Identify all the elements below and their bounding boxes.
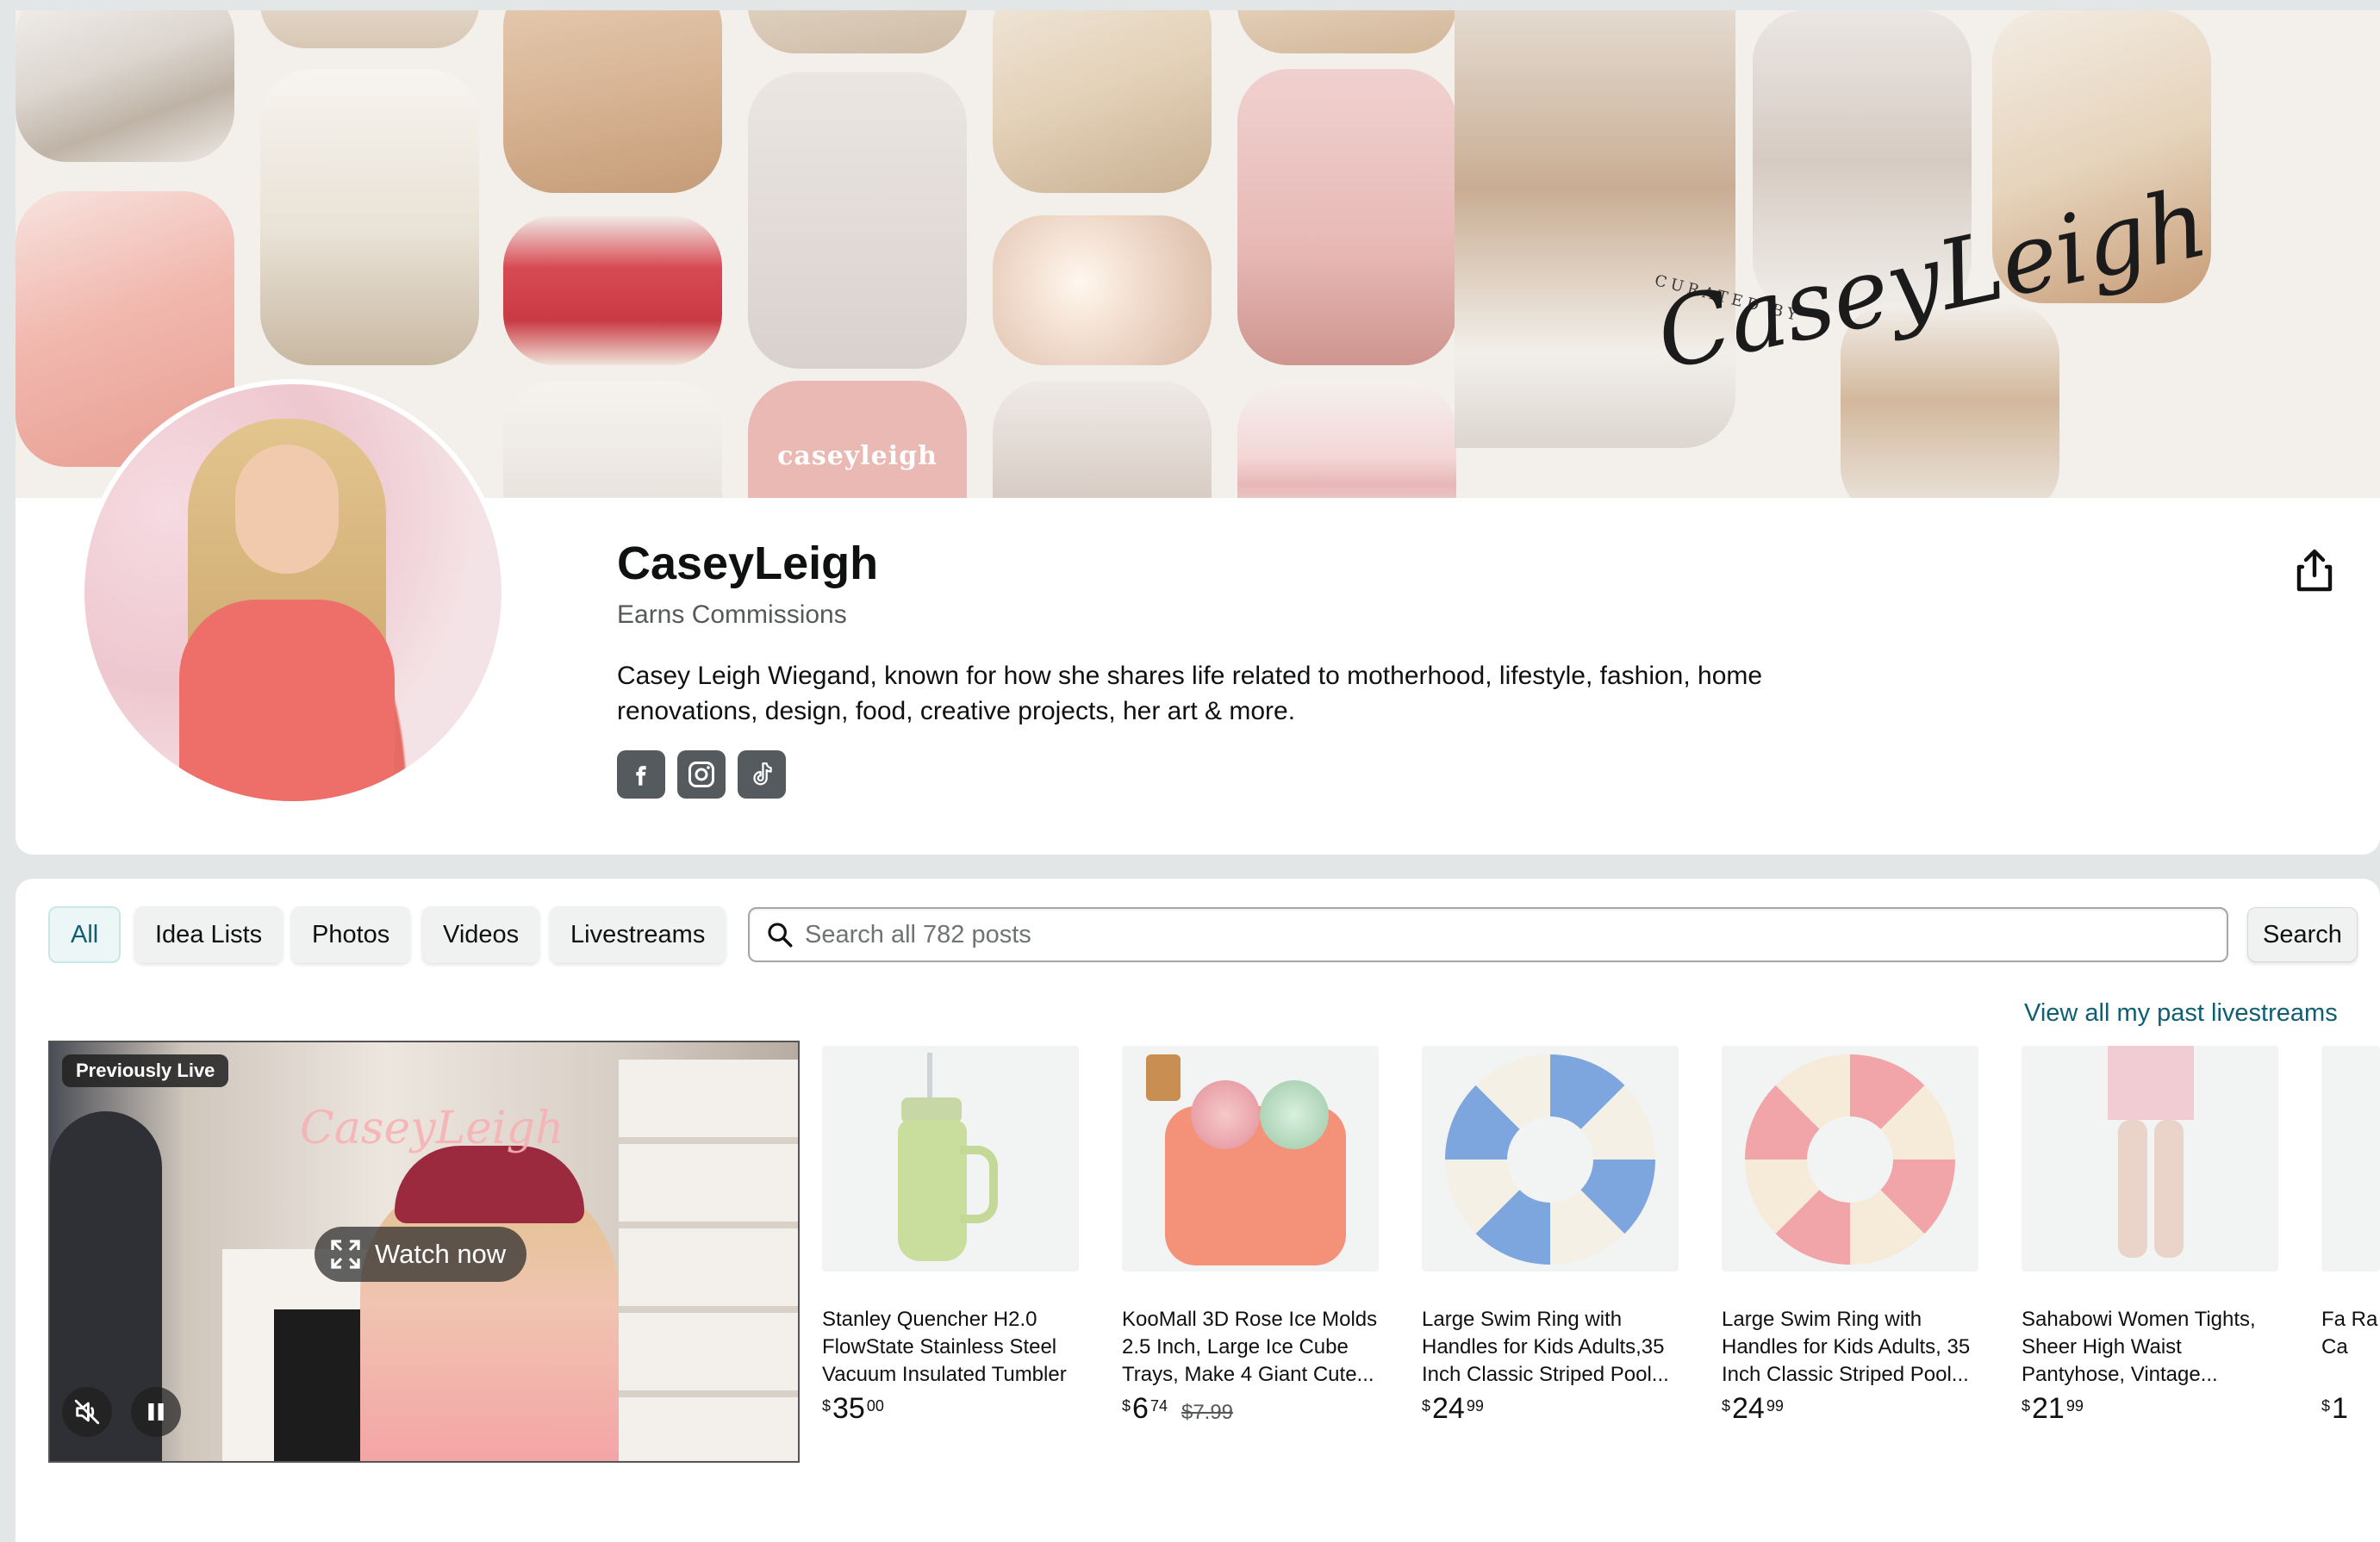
banner-logo-tile: caseyleigh (748, 381, 967, 498)
banner-photo-fur (1237, 10, 1456, 53)
product-card[interactable]: KooMall 3D Rose Ice Molds 2.5 Inch, Larg… (1122, 1046, 1379, 1425)
product-price: $ 6 74 $7.99 (1122, 1392, 1234, 1425)
banner-photo-bowls (260, 10, 479, 48)
search-field (748, 907, 2228, 962)
share-icon (2296, 549, 2333, 592)
product-image[interactable] (2321, 1046, 2380, 1272)
filter-photos[interactable]: Photos (291, 906, 411, 963)
product-card[interactable]: Sahabowi Women Tights, Sheer High Waist … (2022, 1046, 2278, 1423)
share-button[interactable] (2290, 544, 2339, 596)
product-price: $ 24 99 (1722, 1392, 1784, 1425)
search-button[interactable]: Search (2247, 907, 2358, 962)
banner-photo-roses (1237, 381, 1456, 498)
product-card[interactable]: Large Swim Ring with Handles for Kids Ad… (1422, 1046, 1679, 1423)
product-image[interactable] (1422, 1046, 1679, 1272)
view-all-livestreams-link[interactable]: View all my past livestreams (2024, 999, 2338, 1028)
product-card-partial[interactable]: Fa Ra Ca $ 1 (2321, 1046, 2380, 1423)
filter-livestreams[interactable]: Livestreams (550, 906, 726, 963)
banner-photo-living-room (260, 69, 479, 365)
filter-idea-lists[interactable]: Idea Lists (134, 906, 283, 963)
banner-photo-pink-building (1237, 69, 1456, 365)
banner-logo-text: caseyleigh (777, 441, 938, 471)
watch-now-button[interactable]: Watch now (315, 1227, 527, 1282)
filter-videos[interactable]: Videos (422, 906, 540, 963)
watch-now-label: Watch now (375, 1239, 507, 1269)
pause-button[interactable] (131, 1387, 181, 1437)
banner-photo-knit (748, 10, 967, 53)
product-image[interactable] (1122, 1046, 1379, 1272)
banner-photo-beach (503, 10, 722, 193)
profile-bio: Casey Leigh Wiegand, known for how she s… (617, 662, 1763, 725)
livestream-video[interactable]: CaseyLeigh Previously Live Watch now (48, 1041, 800, 1463)
product-title[interactable]: KooMall 3D Rose Ice Molds 2.5 Inch, Larg… (1122, 1306, 1379, 1389)
profile-name: CaseyLeigh (617, 538, 879, 589)
product-image[interactable] (822, 1046, 1079, 1272)
neon-sign: CaseyLeigh (300, 1103, 564, 1154)
list-price: $7.99 (1181, 1401, 1234, 1424)
filter-all[interactable]: All (48, 906, 121, 963)
previously-live-badge: Previously Live (62, 1054, 229, 1087)
muted-speaker-icon (74, 1399, 100, 1425)
product-title[interactable]: Sahabowi Women Tights, Sheer High Waist … (2022, 1306, 2278, 1389)
product-price: $ 1 (2321, 1392, 2348, 1423)
product-card[interactable]: Large Swim Ring with Handles for Kids Ad… (1722, 1046, 1978, 1423)
product-card[interactable]: Stanley Quencher H2.0 FlowState Stainles… (822, 1046, 1079, 1423)
social-links (617, 750, 786, 799)
pause-icon (148, 1403, 164, 1421)
banner-photo-curtain (503, 381, 722, 498)
avatar (79, 379, 507, 806)
tiktok-icon[interactable] (738, 750, 786, 799)
instagram-icon[interactable] (677, 750, 726, 799)
product-title[interactable]: Large Swim Ring with Handles for Kids Ad… (1722, 1306, 1978, 1389)
banner-photo-hand (748, 72, 967, 369)
mute-button[interactable] (62, 1387, 112, 1437)
banner-photo-bedroom (16, 10, 234, 162)
product-title[interactable]: Large Swim Ring with Handles for Kids Ad… (1422, 1306, 1679, 1389)
product-price: $ 35 00 (822, 1392, 884, 1425)
search-input[interactable] (805, 920, 2184, 949)
product-title[interactable]: Fa Ra Ca (2321, 1306, 2380, 1389)
banner-photo-orchids (993, 215, 1212, 365)
facebook-icon[interactable] (617, 750, 665, 799)
product-price: $ 21 99 (2022, 1392, 2084, 1425)
banner-photo-backpack (993, 10, 1212, 193)
banner-photo-mirror-selfie (993, 381, 1212, 498)
search-icon (768, 923, 793, 948)
product-price: $ 24 99 (1422, 1392, 1484, 1425)
earns-commissions-label: Earns Commissions (617, 600, 847, 629)
banner-photo-soda-cans (503, 215, 722, 365)
expand-icon (331, 1240, 360, 1269)
product-image[interactable] (1722, 1046, 1978, 1272)
product-title[interactable]: Stanley Quencher H2.0 FlowState Stainles… (822, 1306, 1079, 1389)
product-image[interactable] (2022, 1046, 2278, 1272)
